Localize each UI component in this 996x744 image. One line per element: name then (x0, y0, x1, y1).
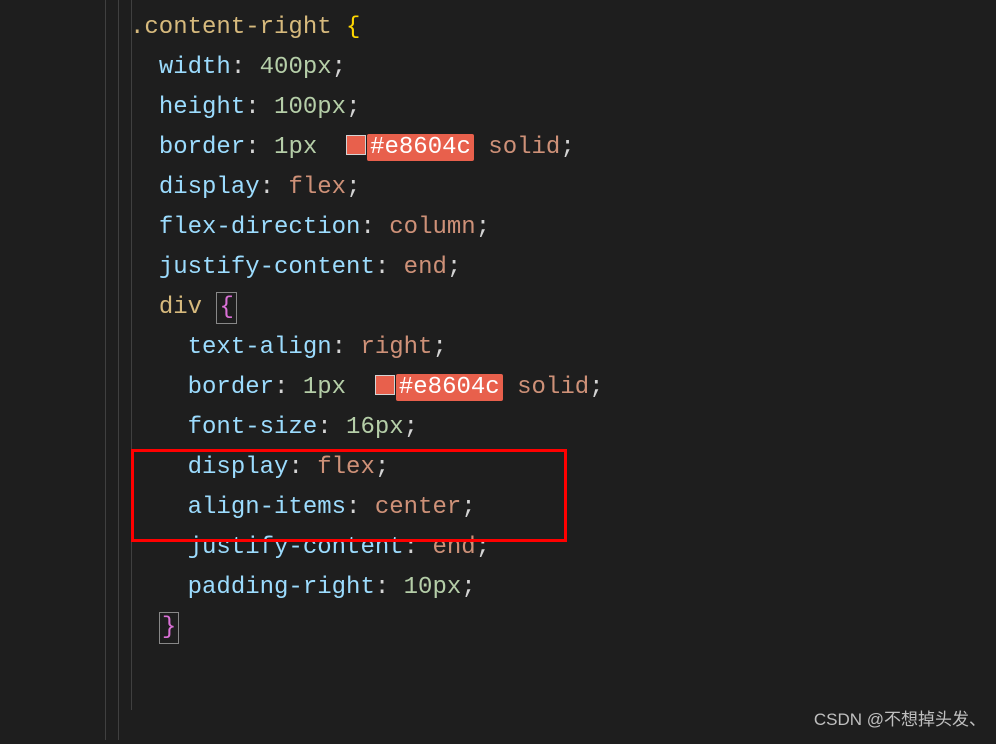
code-line[interactable]: div { (0, 288, 996, 328)
code-line[interactable]: border: 1px #e8604c solid; (0, 128, 996, 168)
css-selector: .content-right (130, 14, 332, 41)
css-property: align-items (188, 494, 346, 521)
code-line[interactable]: font-size: 16px; (0, 408, 996, 448)
code-line[interactable]: } (0, 608, 996, 648)
css-property: text-align (188, 334, 332, 361)
css-property: height (159, 94, 245, 121)
brace-close: } (162, 614, 176, 641)
color-hex: #e8604c (396, 374, 503, 401)
color-swatch-icon[interactable] (375, 375, 395, 395)
code-line[interactable]: height: 100px; (0, 88, 996, 128)
css-property: padding-right (188, 574, 375, 601)
brace-open: { (219, 294, 233, 321)
css-property: border (159, 134, 245, 161)
code-line[interactable]: text-align: right; (0, 328, 996, 368)
code-line[interactable]: justify-content: end; (0, 248, 996, 288)
css-property: border (188, 374, 274, 401)
css-property: font-size (188, 414, 318, 441)
css-property: display (188, 454, 289, 481)
color-hex: #e8604c (367, 134, 474, 161)
css-property: width (159, 54, 231, 81)
code-line[interactable]: justify-content: end; (0, 528, 996, 568)
css-property: flex-direction (159, 214, 361, 241)
code-line[interactable]: display: flex; (0, 448, 996, 488)
code-line[interactable]: .content-right { (0, 8, 996, 48)
code-line[interactable]: align-items: center; (0, 488, 996, 528)
css-selector: div (159, 294, 202, 321)
code-line[interactable]: border: 1px #e8604c solid; (0, 368, 996, 408)
css-property: justify-content (159, 254, 375, 281)
code-line[interactable]: display: flex; (0, 168, 996, 208)
code-line[interactable]: width: 400px; (0, 48, 996, 88)
code-editor[interactable]: .content-right { width: 400px; height: 1… (0, 0, 996, 648)
code-content[interactable]: .content-right { width: 400px; height: 1… (0, 8, 996, 648)
color-swatch-icon[interactable] (346, 135, 366, 155)
code-line[interactable]: flex-direction: column; (0, 208, 996, 248)
css-property: justify-content (188, 534, 404, 561)
css-property: display (159, 174, 260, 201)
brace-open: { (346, 14, 360, 41)
watermark-text: CSDN @不想掉头发、 (814, 700, 986, 740)
code-line[interactable]: padding-right: 10px; (0, 568, 996, 608)
